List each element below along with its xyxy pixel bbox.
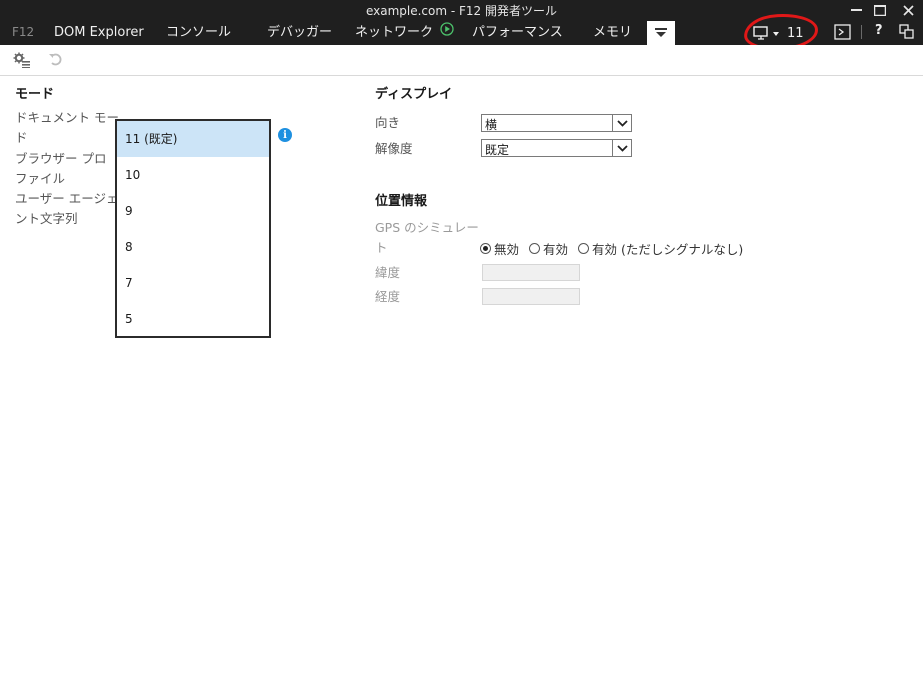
undock-icon[interactable] bbox=[899, 24, 915, 44]
document-mode-label-line1: ドキュメント モー bbox=[15, 110, 119, 125]
display-section-title: ディスプレイ bbox=[375, 87, 453, 102]
dropdown-option-5[interactable]: 5 bbox=[117, 301, 269, 337]
tab-performance[interactable]: パフォーマンス bbox=[472, 20, 563, 45]
user-agent-label-line2: ント文字列 bbox=[15, 211, 78, 226]
maximize-button[interactable] bbox=[867, 0, 893, 20]
help-icon[interactable]: ? bbox=[875, 23, 883, 38]
longitude-label: 経度 bbox=[375, 289, 401, 304]
gps-radio-group: 無効 有効 有効 (ただしシグナルなし) bbox=[480, 238, 753, 258]
gps-simulate-label-line2: ト bbox=[375, 240, 388, 255]
mode-section-title: モード bbox=[15, 87, 55, 102]
gps-enabled-no-signal-radio[interactable] bbox=[578, 242, 590, 254]
gps-enabled-no-signal-label: 有効 (ただしシグナルなし) bbox=[592, 241, 744, 257]
tab-console[interactable]: コンソール bbox=[166, 20, 231, 45]
minimize-button[interactable] bbox=[843, 0, 869, 20]
tab-debugger[interactable]: デバッガー bbox=[267, 20, 332, 45]
geolocation-section-title: 位置情報 bbox=[375, 194, 428, 209]
longitude-input[interactable] bbox=[482, 288, 580, 305]
document-mode-dropdown-list[interactable]: 11 (既定) 10 9 8 7 5 bbox=[115, 119, 271, 338]
undo-icon[interactable] bbox=[46, 51, 66, 69]
gps-enabled-radio[interactable] bbox=[529, 242, 541, 254]
orientation-value: 横 bbox=[485, 118, 498, 132]
resolution-select[interactable]: 既定 bbox=[481, 139, 632, 157]
tab-f12: F12 bbox=[12, 25, 35, 39]
gps-simulate-label-line1: GPS のシミュレー bbox=[375, 220, 479, 235]
document-mode-label: ドキュメント モー ド bbox=[15, 108, 119, 148]
settings-icon[interactable] bbox=[12, 51, 32, 69]
browser-profile-label-line2: ファイル bbox=[15, 171, 66, 186]
browser-profile-label: ブラウザー プロ ファイル bbox=[15, 149, 106, 189]
console-icon[interactable] bbox=[834, 24, 852, 45]
gps-disabled-radio[interactable] bbox=[480, 242, 491, 254]
browser-profile-label-line1: ブラウザー プロ bbox=[15, 151, 107, 166]
gps-simulate-label: GPS のシミュレー ト bbox=[375, 218, 479, 258]
chevron-down-icon bbox=[612, 115, 631, 131]
dropdown-option-10[interactable]: 10 bbox=[117, 157, 269, 193]
orientation-select[interactable]: 横 bbox=[481, 114, 632, 132]
dropdown-option-7[interactable]: 7 bbox=[117, 265, 269, 301]
tab-dom-explorer[interactable]: DOM Explorer bbox=[54, 20, 144, 45]
play-icon bbox=[440, 20, 454, 45]
resolution-value: 既定 bbox=[485, 143, 510, 157]
tab-memory[interactable]: メモリ bbox=[593, 20, 632, 45]
menu-dropdown-icon bbox=[654, 24, 668, 43]
resolution-label: 解像度 bbox=[375, 141, 413, 156]
info-icon[interactable]: i bbox=[278, 128, 292, 142]
dropdown-option-9[interactable]: 9 bbox=[117, 193, 269, 229]
close-button[interactable] bbox=[895, 0, 921, 20]
latitude-input[interactable] bbox=[482, 264, 580, 281]
document-mode-label-line2: ド bbox=[15, 130, 28, 145]
orientation-label: 向き bbox=[375, 115, 401, 130]
tab-network[interactable]: ネットワーク bbox=[355, 20, 454, 45]
user-agent-label: ユーザー エージェ ント文字列 bbox=[15, 189, 118, 229]
dropdown-option-8[interactable]: 8 bbox=[117, 229, 269, 265]
toolbar bbox=[0, 45, 923, 76]
gps-disabled-label: 無効 bbox=[494, 241, 520, 257]
toolbar-divider bbox=[861, 25, 862, 39]
gps-enabled-label: 有効 bbox=[543, 241, 569, 257]
tab-network-label: ネットワーク bbox=[355, 25, 434, 40]
dropdown-option-11-default[interactable]: 11 (既定) bbox=[117, 121, 269, 157]
latitude-label: 緯度 bbox=[375, 265, 401, 280]
more-tools-tab[interactable] bbox=[647, 21, 675, 45]
chevron-down-icon bbox=[612, 140, 631, 156]
user-agent-label-line1: ユーザー エージェ bbox=[15, 191, 119, 206]
